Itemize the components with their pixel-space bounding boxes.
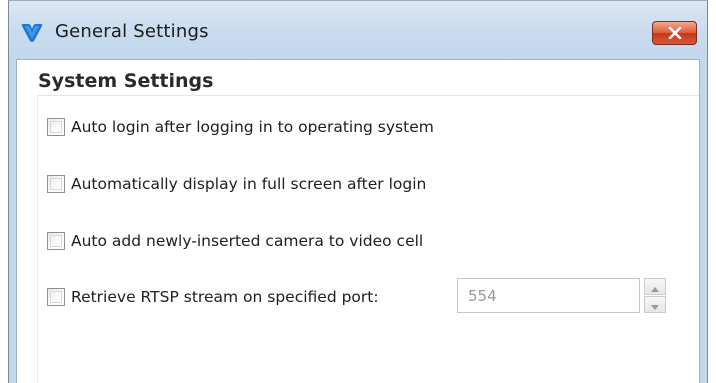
auto-add-camera-label: Auto add newly-inserted camera to video …	[71, 232, 424, 250]
option-auto-add-camera[interactable]: Auto add newly-inserted camera to video …	[47, 229, 423, 253]
port-increment-button[interactable]	[644, 278, 666, 295]
port-spinner[interactable]	[644, 278, 666, 313]
section-title: System Settings	[38, 70, 214, 92]
auto-add-camera-checkbox[interactable]	[47, 232, 65, 250]
group-divider	[37, 95, 699, 96]
spin-down-icon	[651, 295, 659, 314]
close-button[interactable]	[652, 21, 697, 45]
title-bar[interactable]: General Settings	[9, 1, 707, 57]
app-logo-icon	[20, 22, 44, 44]
close-icon	[668, 27, 682, 39]
rtsp-port-field[interactable]	[457, 278, 640, 313]
general-settings-window: General Settings System Settings Auto lo…	[8, 0, 708, 383]
auto-login-label: Auto login after logging in to operating…	[71, 118, 434, 136]
auto-login-checkbox[interactable]	[47, 118, 65, 136]
option-rtsp-port[interactable]: Retrieve RTSP stream on specified port:	[47, 285, 379, 309]
option-auto-login[interactable]: Auto login after logging in to operating…	[47, 115, 434, 139]
fullscreen-label: Automatically display in full screen aft…	[71, 175, 427, 193]
rtsp-port-label: Retrieve RTSP stream on specified port:	[71, 288, 379, 306]
fullscreen-checkbox[interactable]	[47, 175, 65, 193]
spin-up-icon	[651, 277, 659, 296]
window-title: General Settings	[55, 21, 209, 42]
port-decrement-button[interactable]	[644, 296, 666, 313]
group-border	[37, 95, 38, 383]
rtsp-port-checkbox[interactable]	[47, 288, 65, 306]
option-fullscreen[interactable]: Automatically display in full screen aft…	[47, 172, 426, 196]
settings-panel: System Settings Auto login after logging…	[16, 59, 700, 383]
